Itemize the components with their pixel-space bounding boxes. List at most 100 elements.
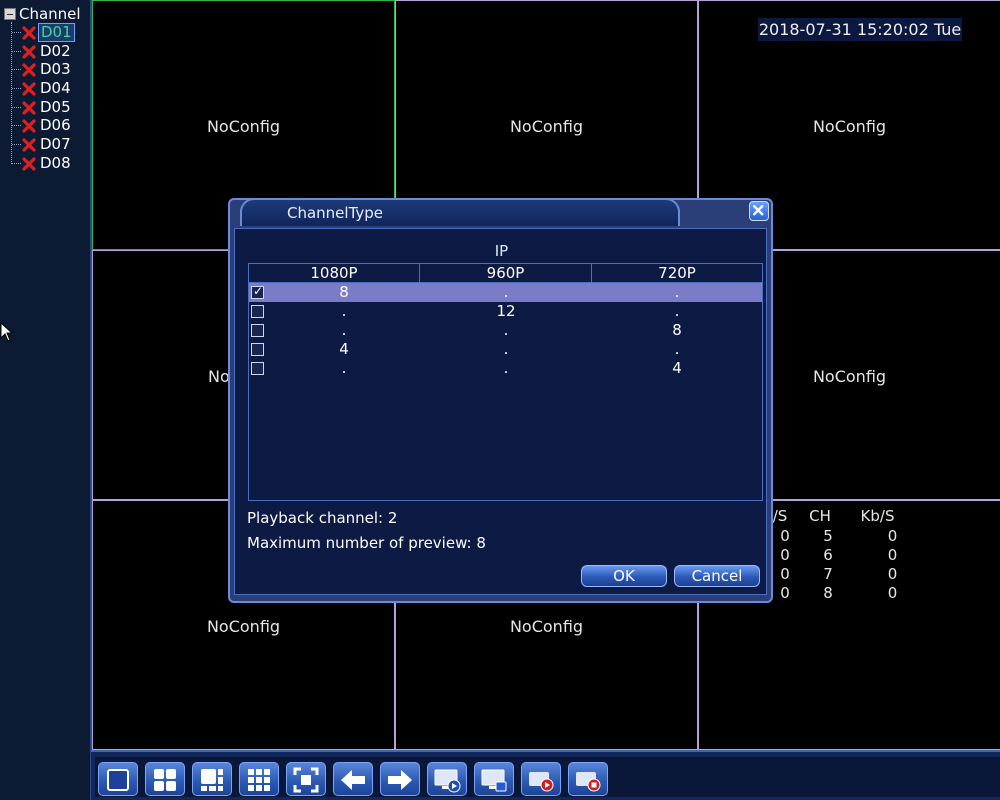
channel-type-dialog: ChannelType IP 1080P 960P 720P 8 . . . 1… (228, 198, 773, 603)
single-view-button[interactable] (98, 762, 138, 796)
single-view-icon (107, 769, 129, 791)
disconnected-icon (22, 62, 36, 77)
stats-row: 0 8 0 (770, 584, 910, 603)
channel-tree-label: Channel (19, 5, 81, 23)
cell-720p: . (674, 283, 680, 301)
noconfig-label: NoConfig (206, 117, 281, 136)
nine-view-button[interactable] (239, 762, 279, 796)
stop-record-icon (576, 772, 601, 792)
tree-branch (12, 125, 21, 126)
cancel-button[interactable]: Cancel (674, 565, 760, 587)
cell-960p: . (503, 359, 509, 377)
stats-header: /S CH Kb/S (770, 507, 910, 526)
table-row[interactable]: . 12 . (249, 302, 762, 321)
remote-device-icon (481, 769, 507, 792)
disconnected-icon (22, 118, 36, 133)
column-header-720p: 720P (592, 264, 762, 283)
channel-item-d08[interactable]: D08 (12, 154, 73, 173)
stats-row: 0 6 0 (770, 546, 910, 565)
channel-item-d01[interactable]: D01 (12, 23, 75, 42)
cell-1080p: 4 (339, 340, 349, 358)
tree-branch (12, 88, 21, 89)
close-icon (753, 205, 764, 216)
stats-cell: 8 (823, 584, 833, 602)
cell-960p: 12 (496, 302, 516, 320)
dialog-title-tab: ChannelType (240, 198, 680, 226)
stats-header-speed: /S (772, 507, 788, 525)
cell-1080p: 8 (339, 283, 349, 301)
quad-view-icon (154, 769, 176, 791)
cell-1080p: . (341, 359, 347, 377)
cell-1080p: . (341, 321, 347, 339)
channel-item-label: D01 (38, 23, 75, 42)
cell-720p: . (674, 302, 680, 320)
dialog-titlebar[interactable]: ChannelType (228, 198, 773, 228)
stats-cell: 0 (780, 546, 790, 564)
column-header-1080p: 1080P (249, 264, 420, 283)
disconnected-icon (22, 100, 36, 115)
tree-branch (12, 51, 21, 52)
stats-cell: 0 (887, 546, 898, 564)
channel-item-d04[interactable]: D04 (12, 79, 73, 98)
tree-branch (12, 32, 21, 33)
tree-branch (12, 69, 21, 70)
noconfig-label: NoConfig (509, 617, 584, 636)
six-view-icon (201, 769, 223, 791)
table-row[interactable]: . . 8 (249, 321, 762, 340)
nine-view-icon (248, 769, 270, 791)
remote-device-button[interactable] (474, 762, 514, 796)
table-row[interactable]: 4 . . (249, 340, 762, 359)
tree-branch (12, 107, 21, 108)
channel-item-d05[interactable]: D05 (12, 98, 73, 117)
stats-header-ch: CH (809, 507, 831, 525)
stats-cell: 7 (823, 565, 833, 583)
bottom-toolbar (91, 750, 1000, 800)
channel-tree-root[interactable]: Channel (4, 5, 81, 23)
cell-960p: . (503, 321, 509, 339)
noconfig-label: NoConfig (509, 117, 584, 136)
stats-row: 0 7 0 (770, 565, 910, 584)
channel-item-d02[interactable]: D02 (12, 42, 73, 61)
stats-cell: 0 (780, 584, 790, 602)
previous-icon (341, 770, 365, 790)
stats-cell: 0 (887, 565, 898, 583)
fullscreen-button[interactable] (286, 762, 326, 796)
noconfig-label: NoConfig (812, 117, 887, 136)
channel-type-table: 1080P 960P 720P 8 . . . 12 . . . 8 (248, 263, 763, 501)
record-button[interactable] (521, 762, 561, 796)
tree-branch (12, 144, 21, 145)
disconnected-icon (22, 156, 36, 171)
cell-960p: . (503, 283, 509, 301)
close-button[interactable] (749, 201, 769, 221)
previous-button[interactable] (333, 762, 373, 796)
fullscreen-icon (293, 767, 319, 793)
collapse-icon[interactable] (4, 8, 16, 20)
channel-item-d06[interactable]: D06 (12, 116, 73, 135)
stats-cell: 0 (780, 527, 790, 545)
stats-header-kbs: Kb/S (860, 507, 895, 525)
playback-button[interactable] (427, 762, 467, 796)
tree-branch (12, 163, 21, 164)
playback-icon (434, 769, 461, 793)
ip-section-label: IP (494, 242, 509, 260)
channel-item-label: D03 (40, 60, 71, 78)
channel-sidebar: Channel D01 D02 D03 D04 D05 D06 D07 D08 (0, 0, 91, 800)
table-row[interactable]: 8 . . (249, 283, 762, 302)
quad-view-button[interactable] (145, 762, 185, 796)
next-icon (388, 770, 412, 790)
next-button[interactable] (380, 762, 420, 796)
channel-item-d07[interactable]: D07 (12, 135, 73, 154)
table-row[interactable]: . . 4 (249, 359, 762, 378)
channel-item-label: D05 (40, 98, 71, 116)
ok-button[interactable]: OK (581, 565, 667, 587)
noconfig-label: NoConfig (206, 617, 281, 636)
stats-cell: 6 (823, 546, 833, 564)
channel-item-d03[interactable]: D03 (12, 60, 73, 79)
stop-record-button[interactable] (568, 762, 608, 796)
disconnected-icon (22, 44, 36, 59)
six-view-button[interactable] (192, 762, 232, 796)
playback-channel-text: Playback channel: 2 (247, 509, 398, 527)
channel-item-label: D06 (40, 116, 71, 134)
channel-item-label: D02 (40, 42, 71, 60)
datetime-display: 2018-07-31 15:20:02 Tue (758, 18, 962, 41)
